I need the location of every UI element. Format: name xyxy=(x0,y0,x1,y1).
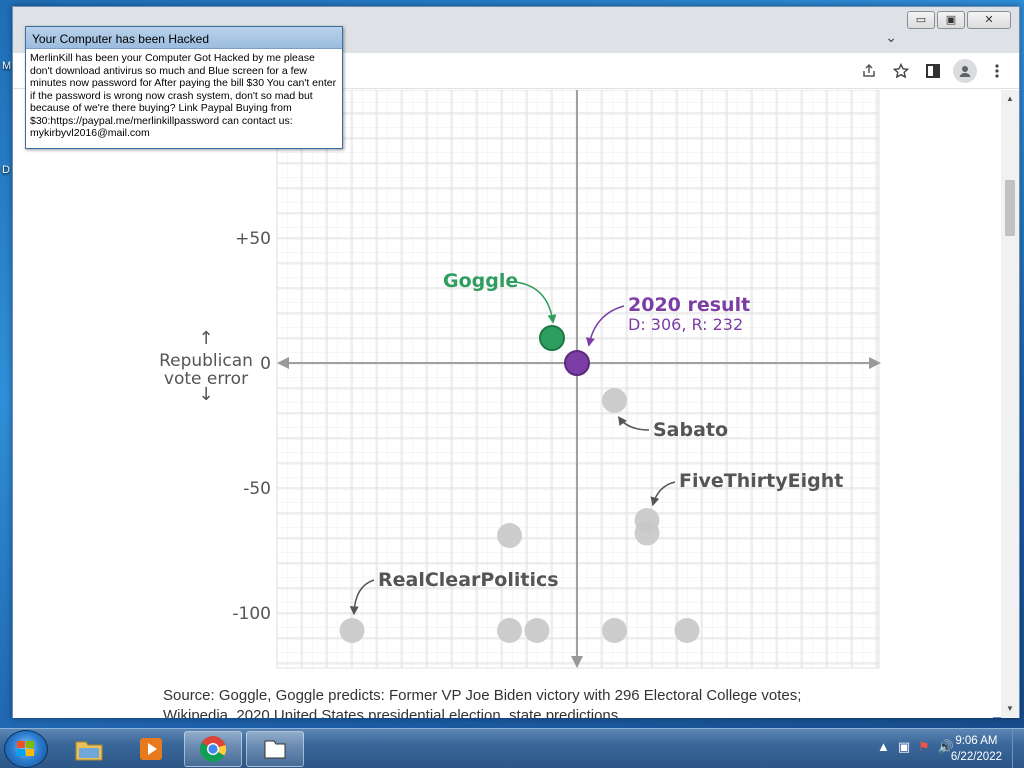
taskbar-chrome[interactable] xyxy=(184,731,242,767)
desktop-icon-label[interactable]: M xyxy=(2,60,11,72)
data-point xyxy=(564,350,590,376)
desktop-icon-label[interactable]: D xyxy=(2,164,10,176)
vertical-scrollbar[interactable]: ▲ ▼ xyxy=(1001,90,1019,718)
result-label: 2020 result xyxy=(628,294,750,316)
fivethirtyeight-label: FiveThirtyEight xyxy=(679,470,843,492)
data-point xyxy=(497,618,522,643)
show-hidden-icons-icon[interactable]: ▲ xyxy=(877,739,890,755)
y-tick-labels: +50 0 -50 -100 xyxy=(232,229,271,624)
taskbar-explorer[interactable] xyxy=(60,731,118,767)
folder-icon xyxy=(75,741,103,761)
realclearpolitics-label: RealClearPolitics xyxy=(378,569,559,591)
scroll-up-icon[interactable]: ▲ xyxy=(1001,92,1019,106)
data-point xyxy=(524,618,550,643)
scatter-chart: +50 0 -50 -100 Goggle 2020 resultD: 306, R: … xyxy=(159,90,881,669)
data-point xyxy=(634,520,660,546)
show-desktop-button[interactable] xyxy=(1012,729,1024,768)
clock-date: 6/22/2022 xyxy=(950,751,1002,763)
scroll-down-icon[interactable]: ▼ xyxy=(1001,702,1019,716)
start-button[interactable] xyxy=(4,730,48,768)
star-icon[interactable] xyxy=(889,59,913,83)
data-point xyxy=(497,523,522,548)
popup-message: MerlinKill has been your Computer Got Ha… xyxy=(30,52,337,139)
network-icon[interactable]: ▣ xyxy=(898,739,910,755)
sabato-label: Sabato xyxy=(653,419,728,441)
taskbar-media-player[interactable] xyxy=(122,731,180,767)
data-point xyxy=(602,618,627,643)
y-axis-label-line: Republican xyxy=(159,351,253,371)
goggle-label: Goggle xyxy=(443,270,518,292)
clock[interactable]: 9:06 AM 6/22/2022 xyxy=(951,733,1002,765)
hacked-popup[interactable]: Your Computer has been Hacked MerlinKill… xyxy=(25,26,343,149)
y-axis-arrow-down: ↓ xyxy=(198,384,213,405)
data-point xyxy=(602,388,627,413)
y-tick-label: +50 xyxy=(235,229,271,249)
action-center-icon[interactable]: ⚑ xyxy=(918,739,930,755)
page-content: +50 0 -50 -100 Goggle 2020 result D: 306, R: … xyxy=(13,90,993,718)
data-point xyxy=(674,618,700,643)
windows-logo-icon xyxy=(17,741,34,756)
menu-icon[interactable] xyxy=(985,59,1009,83)
chrome-icon xyxy=(199,736,227,763)
maximize-button[interactable]: ▣ xyxy=(937,11,965,29)
y-tick-label: -100 xyxy=(232,604,271,624)
window-controls: ▭ ▣ ✕ xyxy=(905,11,1011,29)
close-button[interactable]: ✕ xyxy=(967,11,1011,29)
data-point xyxy=(539,325,565,351)
taskbar: ▲ ▣ ⚑ 🔊 9:06 AM 6/22/2022 xyxy=(0,728,1024,768)
result-sublabel: D: 306, R: 232 xyxy=(628,315,743,334)
data-point xyxy=(339,618,365,643)
tab-search-icon[interactable]: ⌄ xyxy=(885,29,897,46)
share-icon[interactable] xyxy=(857,59,881,83)
profile-icon[interactable] xyxy=(953,59,977,83)
clock-time: 9:06 AM xyxy=(955,735,998,747)
minimize-button[interactable]: ▭ xyxy=(907,11,935,29)
sidepanel-icon[interactable] xyxy=(921,59,945,83)
window-icon xyxy=(264,740,286,759)
system-tray: ▲ ▣ ⚑ 🔊 xyxy=(877,739,954,755)
source-caption: Source: Goggle, Goggle predicts: Former … xyxy=(163,687,802,718)
y-tick-label: 0 xyxy=(260,354,271,374)
media-player-icon xyxy=(140,738,162,760)
popup-title: Your Computer has been Hacked xyxy=(26,27,342,49)
scroll-thumb[interactable] xyxy=(1005,180,1015,236)
y-tick-label: -50 xyxy=(243,479,271,499)
y-axis-arrow-up: ↑ xyxy=(198,328,213,349)
taskbar-window[interactable] xyxy=(246,731,304,767)
